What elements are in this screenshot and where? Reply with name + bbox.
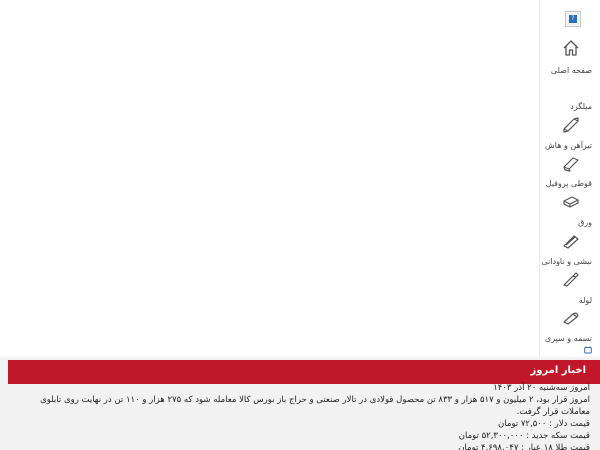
news-date: امروز سه‌شنبه ۲۰ آذر ۱۴۰۳	[493, 383, 590, 393]
angle-icon	[561, 270, 581, 290]
news-text: امروز قرار بود، ۲ میلیون و ۵۱۷ هزار و ۸۳…	[40, 395, 590, 417]
beam-icon	[561, 154, 581, 174]
rebar-icon	[561, 115, 581, 135]
sidebar-item-label: نبشی و ناودانی	[541, 257, 592, 266]
profile-box-icon	[561, 192, 581, 212]
pipe-icon	[561, 308, 581, 328]
gold-price: قیمت طلا ۱۸ عیار : ۴,۶۹۸,۰۴۷ تومان	[458, 443, 590, 450]
news-title: اخبار امروز	[530, 365, 586, 376]
sidebar-item-home[interactable]: صفحه اصلی	[540, 38, 600, 76]
news-body: امروز سه‌شنبه ۲۰ آذر ۱۴۰۳ امروز قرار بود…	[30, 382, 590, 450]
sidebar: ? صفحه اصلی میلگرد تیرآهن و هاش قوطی پرو…	[539, 0, 600, 360]
news-header: اخبار امروز	[8, 360, 600, 384]
sidebar-item-label: لوله	[578, 296, 592, 305]
chat-icon[interactable]	[584, 346, 592, 354]
logo[interactable]: ?	[565, 11, 581, 27]
home-icon	[561, 38, 581, 58]
sidebar-item-label: قوطی پروفیل	[545, 179, 592, 188]
news-panel: اخبار امروز امروز سه‌شنبه ۲۰ آذر ۱۴۰۳ ام…	[0, 357, 600, 450]
sidebar-item-label: تیرآهن و هاش	[545, 141, 592, 150]
logo-icon: ?	[569, 15, 577, 23]
sidebar-item-label: ورق	[578, 218, 592, 227]
coin-price: قیمت سکه جدید : ۵۲,۳۰۰,۰۰۰ تومان	[458, 431, 590, 441]
app-page: ? صفحه اصلی میلگرد تیرآهن و هاش قوطی پرو…	[0, 0, 600, 450]
dollar-price: قیمت دلار : ۷۲,۵۰۰ تومان	[498, 419, 590, 429]
sheet-icon	[561, 231, 581, 251]
sidebar-item-label: صفحه اصلی	[550, 66, 592, 75]
sidebar-item-label: تسمه و سپری	[544, 334, 592, 343]
sidebar-item-label: میلگرد	[570, 102, 592, 111]
